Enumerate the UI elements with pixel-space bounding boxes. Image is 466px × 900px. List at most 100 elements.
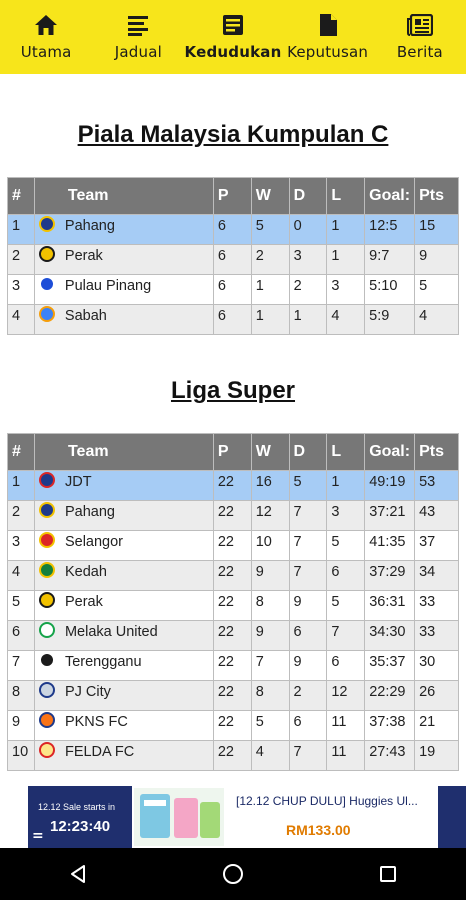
nav-keputusan[interactable]: Keputusan: [281, 0, 373, 74]
cell-played: 22: [212, 560, 252, 591]
ad-title: [12.12 CHUP DULU] Huggies Ul...: [236, 794, 418, 808]
table-row[interactable]: 6 Melaka United 22 9 6 7 34:30 33: [7, 620, 459, 651]
recents-icon: [380, 866, 397, 882]
home-button[interactable]: [213, 854, 253, 894]
cell-team: Pahang: [33, 500, 214, 531]
cell-won: 8: [250, 680, 290, 711]
col-won-header: W: [250, 177, 290, 215]
cell-drawn: 2: [288, 274, 328, 305]
cell-pos: 10: [7, 740, 35, 771]
liga-title: Liga Super: [170, 377, 296, 404]
recents-button[interactable]: [368, 854, 408, 894]
table-row[interactable]: 3 Pulau Pinang 6 1 2 3 5:10 5: [7, 274, 459, 305]
cell-drawn: 9: [288, 590, 328, 621]
cell-goals: 5:10: [364, 274, 416, 305]
piala-title: Piala Malaysia Kumpulan C: [77, 121, 389, 148]
team-name: Perak: [64, 594, 103, 611]
ad-timer: 12:23:40: [50, 818, 111, 835]
team-name: JDT: [64, 474, 92, 491]
cell-goals: 41:35: [364, 530, 416, 561]
col-team-header: Team: [33, 433, 214, 471]
table-row[interactable]: 2 Pahang 22 12 7 3 37:21 43: [7, 500, 459, 531]
liga-table: # Team P W D L Goal: Pts 1 JDT 22 16 5 1 49:19…: [7, 433, 459, 771]
cell-points: 15: [414, 214, 459, 245]
standings-content: Piala Malaysia Kumpulan C # Team P W D L…: [0, 74, 466, 786]
cell-lost: 5: [326, 590, 366, 621]
cell-lost: 7: [326, 620, 366, 651]
cell-lost: 12: [326, 680, 366, 711]
table-row[interactable]: 4 Sabah 6 1 1 4 5:9 4: [7, 304, 459, 335]
team-name: FELDA FC: [64, 744, 135, 761]
cell-pos: 2: [7, 500, 35, 531]
table-row[interactable]: 8 PJ City 22 8 2 12 22:29 26: [7, 680, 459, 711]
newspaper-icon: [406, 12, 433, 38]
team-crest-icon: [38, 742, 55, 759]
back-button[interactable]: [58, 854, 98, 894]
table-row[interactable]: 7 Terengganu 22 7 9 6 35:37 30: [7, 650, 459, 681]
ad-banner[interactable]: 12.12 Sale starts in = 12:23:40 [12.12 C…: [0, 786, 466, 848]
home-circle-icon: [222, 864, 243, 884]
nav-utama[interactable]: Utama: [0, 0, 92, 74]
cell-won: 1: [250, 304, 290, 335]
table-row[interactable]: 10 FELDA FC 22 4 7 11 27:43 19: [7, 740, 459, 771]
cell-lost: 1: [326, 244, 366, 275]
cell-drawn: 3: [288, 244, 328, 275]
col-won-header: W: [250, 433, 290, 471]
table-row[interactable]: 4 Kedah 22 9 7 6 37:29 34: [7, 560, 459, 591]
nav-jadual-label: Jadual: [114, 43, 162, 61]
cell-points: 5: [414, 274, 459, 305]
table-row[interactable]: 9 PKNS FC 22 5 6 11 37:38 21: [7, 710, 459, 741]
team-crest-icon: [38, 276, 55, 293]
cell-won: 9: [250, 560, 290, 591]
cell-drawn: 5: [288, 470, 328, 501]
table-row[interactable]: 5 Perak 22 8 9 5 36:31 33: [7, 590, 459, 621]
cell-played: 6: [212, 304, 252, 335]
cell-team: Selangor: [33, 530, 214, 561]
cell-pos: 3: [7, 274, 35, 305]
cell-team: Perak: [33, 590, 214, 621]
cell-points: 19: [414, 740, 459, 771]
cell-drawn: 9: [288, 650, 328, 681]
nav-keputusan-label: Keputusan: [287, 43, 369, 61]
table-row[interactable]: 1 JDT 22 16 5 1 49:19 53: [7, 470, 459, 501]
cell-pos: 9: [7, 710, 35, 741]
cell-drawn: 1: [288, 304, 328, 335]
cell-played: 6: [212, 244, 252, 275]
cell-drawn: 2: [288, 680, 328, 711]
cell-goals: 35:37: [364, 650, 416, 681]
team-crest-icon: [38, 216, 55, 233]
cell-played: 22: [212, 650, 252, 681]
table-row[interactable]: 1 Pahang 6 5 0 1 12:5 15: [7, 214, 459, 245]
cell-played: 22: [212, 740, 252, 771]
cell-points: 43: [414, 500, 459, 531]
cell-points: 21: [414, 710, 459, 741]
cell-points: 33: [414, 620, 459, 651]
cell-drawn: 6: [288, 620, 328, 651]
cell-played: 22: [212, 710, 252, 741]
col-lost-header: L: [326, 433, 366, 471]
cell-points: 53: [414, 470, 459, 501]
team-name: Pahang: [64, 218, 115, 235]
ad-price: RM133.00: [286, 822, 351, 838]
table-row[interactable]: 3 Selangor 22 10 7 5 41:35 37: [7, 530, 459, 561]
cell-team: Pulau Pinang: [33, 274, 214, 305]
table-header-row: # Team P W D L Goal: Pts: [7, 433, 459, 471]
cell-won: 7: [250, 650, 290, 681]
cell-points: 4: [414, 304, 459, 335]
team-crest-icon: [38, 592, 55, 609]
standings-icon: [220, 12, 246, 38]
cell-team: FELDA FC: [33, 740, 214, 771]
nav-jadual[interactable]: Jadual: [92, 0, 184, 74]
team-crest-icon: [38, 712, 55, 729]
nav-berita[interactable]: Berita: [374, 0, 466, 74]
cell-played: 22: [212, 470, 252, 501]
team-crest-icon: [38, 246, 55, 263]
nav-kedudukan[interactable]: Kedudukan: [185, 0, 282, 74]
col-team-header: Team: [33, 177, 214, 215]
col-drawn-header: D: [288, 177, 328, 215]
cell-pos: 1: [7, 214, 35, 245]
cell-team: JDT: [33, 470, 214, 501]
piala-table: # Team P W D L Goal: Pts 1 Pahang 6 5 0 1 12:5…: [7, 177, 459, 335]
table-row[interactable]: 2 Perak 6 2 3 1 9:7 9: [7, 244, 459, 275]
cell-won: 16: [250, 470, 290, 501]
